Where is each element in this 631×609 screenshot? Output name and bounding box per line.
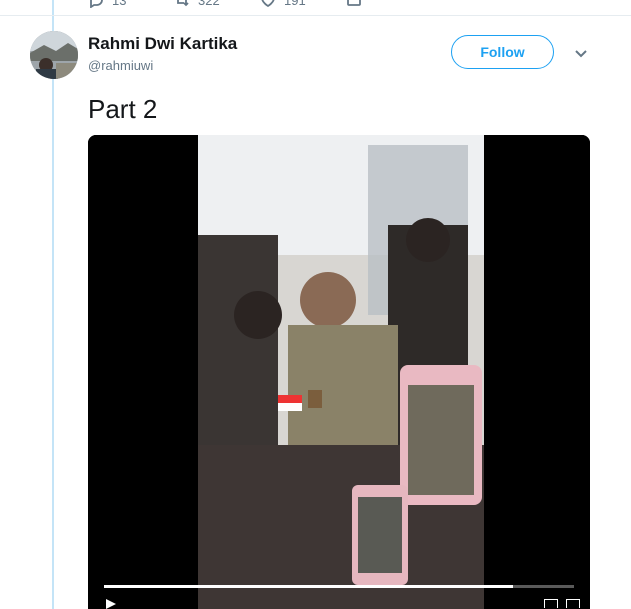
volume-icon[interactable]: [544, 599, 558, 608]
reply-action[interactable]: 13: [88, 0, 174, 8]
avatar-image: [30, 31, 78, 79]
avatar[interactable]: [30, 31, 78, 79]
previous-tweet-actions: 13 322 191: [88, 0, 432, 8]
more-options-button[interactable]: [572, 44, 590, 62]
video-progress-fill: [104, 585, 513, 588]
like-count: 191: [284, 0, 306, 8]
tweet-divider: [0, 15, 631, 16]
video-controls-right: [540, 599, 580, 609]
follow-button[interactable]: Follow: [451, 35, 554, 69]
heart-icon: [261, 0, 275, 8]
dm-action[interactable]: [346, 0, 432, 8]
direct-message-icon: [347, 0, 361, 6]
video-frame: [88, 135, 590, 609]
retweet-count: 322: [198, 0, 220, 8]
retweet-icon: [177, 0, 189, 7]
video-player[interactable]: [88, 135, 590, 609]
play-icon[interactable]: [105, 599, 117, 609]
reply-icon: [90, 0, 103, 8]
like-action[interactable]: 191: [260, 0, 346, 8]
reply-count: 13: [112, 0, 127, 8]
video-progress-bar[interactable]: [104, 585, 574, 588]
retweet-action[interactable]: 322: [174, 0, 260, 8]
tweet-text: Part 2: [88, 94, 158, 124]
fullscreen-icon[interactable]: [566, 599, 580, 608]
author-name[interactable]: Rahmi Dwi Kartika: [88, 34, 237, 54]
author-handle[interactable]: @rahmiuwi: [88, 58, 153, 73]
thread-connector-line: [52, 0, 54, 609]
chevron-down-icon: [575, 50, 587, 58]
